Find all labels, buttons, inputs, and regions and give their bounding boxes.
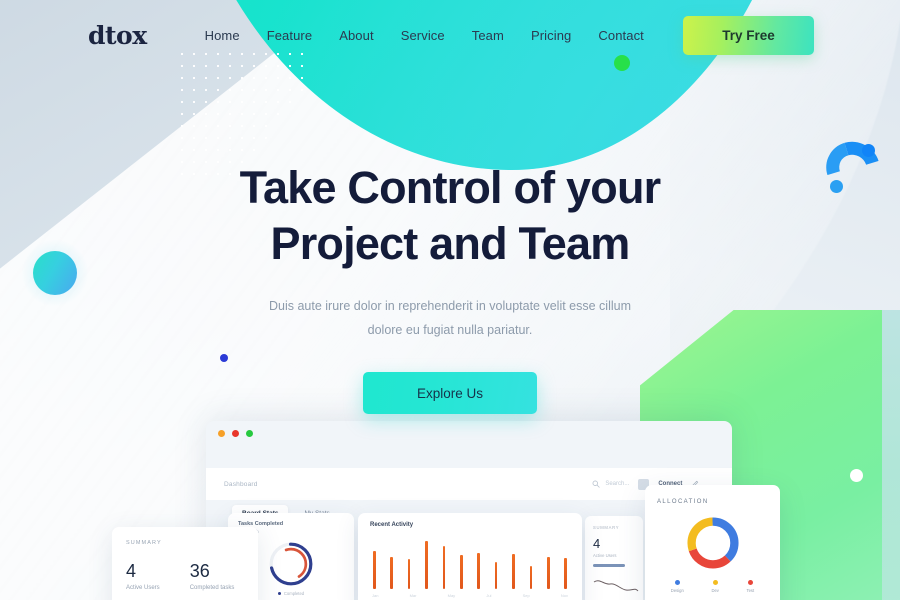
activity-bar bbox=[477, 552, 480, 589]
nav-item-contact[interactable]: Contact bbox=[598, 28, 644, 43]
stat-active-users-caption: Active Users bbox=[126, 585, 160, 591]
allocation-legend-swatch bbox=[747, 580, 753, 585]
hero-section: Take Control of your Project and Team Du… bbox=[0, 160, 900, 415]
window-minimize-dot[interactable] bbox=[218, 430, 225, 437]
allocation-legend-label: Dev bbox=[711, 588, 719, 593]
mini-card-label: SUMMARY bbox=[593, 525, 620, 530]
recent-activity-axis: Jan Mar May Jul Sep Nov bbox=[370, 593, 570, 598]
nav-item-home[interactable]: Home bbox=[205, 28, 240, 43]
summary-stats-row: 4 Active Users 36 Completed tasks bbox=[126, 562, 244, 591]
hero-subtext-line-2: dolore eu fugiat nulla pariatur. bbox=[367, 322, 533, 337]
allocation-legend-label: Design bbox=[670, 588, 684, 593]
explore-us-button[interactable]: Explore Us bbox=[363, 372, 537, 415]
allocation-legend-swatch bbox=[674, 580, 680, 585]
mini-card-caption: Active Users bbox=[593, 553, 617, 558]
white-dot-icon bbox=[850, 469, 863, 482]
nav-item-service[interactable]: Service bbox=[401, 28, 445, 43]
nav-item-about[interactable]: About bbox=[339, 28, 373, 43]
search-input-placeholder: Search... bbox=[605, 481, 630, 487]
blue-arc-cap-top bbox=[862, 144, 875, 157]
legend-swatch-completed bbox=[277, 592, 281, 595]
hero-subtext-line-1: Duis aute irure dolor in reprehenderit i… bbox=[269, 298, 631, 313]
stat-completed-tasks-value: 36 bbox=[189, 561, 210, 581]
activity-axis-label: May bbox=[447, 593, 456, 598]
activity-axis-label: Sep bbox=[522, 593, 530, 598]
tasks-card-title: Tasks Completed bbox=[238, 521, 284, 527]
activity-bar bbox=[425, 541, 428, 589]
nav-item-pricing[interactable]: Pricing bbox=[531, 28, 571, 43]
activity-bar bbox=[512, 553, 515, 589]
allocation-card: ALLOCATION Design Dev Test bbox=[645, 485, 780, 600]
stat-active-users-value: 4 bbox=[126, 561, 137, 581]
activity-bar bbox=[494, 561, 498, 589]
stat-active-users: 4 Active Users bbox=[126, 562, 160, 591]
activity-bar bbox=[564, 557, 567, 589]
activity-bar bbox=[546, 556, 550, 589]
allocation-card-title: ALLOCATION bbox=[657, 499, 709, 505]
stat-completed-tasks: 36 Completed tasks bbox=[190, 562, 235, 591]
summary-card: SUMMARY 4 Active Users 36 Completed task… bbox=[112, 527, 258, 600]
site-header: dtox Home Feature About Service Team Pri… bbox=[0, 0, 900, 70]
recent-activity-title: Recent Activity bbox=[370, 522, 414, 528]
mini-summary-card: SUMMARY 4 Active Users bbox=[585, 516, 643, 600]
activity-bar bbox=[373, 550, 376, 589]
dashboard-search[interactable]: Search... bbox=[592, 480, 629, 488]
activity-bar bbox=[529, 566, 533, 589]
stat-completed-tasks-caption: Completed tasks bbox=[189, 585, 235, 591]
activity-bar bbox=[442, 546, 446, 589]
hero-heading-line-2: Project and Team bbox=[270, 217, 631, 269]
legend-label-completed: Completed bbox=[283, 591, 305, 596]
window-maximize-dot[interactable] bbox=[246, 430, 253, 437]
nav-item-feature[interactable]: Feature bbox=[267, 28, 313, 43]
recent-activity-bar-chart bbox=[370, 537, 570, 589]
hero-heading: Take Control of your Project and Team bbox=[0, 160, 900, 272]
page-stage: dtox Home Feature About Service Team Pri… bbox=[0, 0, 900, 600]
try-free-button[interactable]: Try Free bbox=[683, 15, 814, 55]
window-traffic-lights bbox=[206, 421, 732, 437]
activity-axis-label: Jul bbox=[486, 593, 492, 598]
allocation-legend: Design Dev Test bbox=[657, 580, 768, 593]
window-close-dot[interactable] bbox=[232, 430, 239, 437]
allocation-donut-chart bbox=[684, 514, 742, 572]
recent-activity-card: Recent Activity Jan Mar May Jul Sep Nov bbox=[358, 513, 582, 600]
tasks-donut-chart bbox=[265, 538, 317, 590]
nav-item-team[interactable]: Team bbox=[472, 28, 504, 43]
activity-axis-label: Nov bbox=[560, 593, 568, 598]
allocation-legend-swatch bbox=[712, 580, 718, 585]
allocation-legend-label: Test bbox=[746, 588, 755, 593]
activity-axis-label: Mar bbox=[409, 593, 417, 598]
hero-heading-line-1: Take Control of your bbox=[239, 162, 661, 213]
mini-card-value: 4 bbox=[593, 536, 601, 551]
brand-logo[interactable]: dtox bbox=[88, 23, 147, 48]
summary-card-label: SUMMARY bbox=[126, 540, 162, 546]
activity-bar bbox=[459, 554, 463, 589]
allocation-legend-item: Dev bbox=[711, 580, 719, 593]
activity-axis-label: Jan bbox=[372, 593, 379, 598]
allocation-legend-item: Design bbox=[671, 580, 684, 593]
mini-card-sparkline bbox=[593, 580, 639, 592]
main-navigation: Home Feature About Service Team Pricing … bbox=[205, 28, 644, 43]
mini-card-progress-bar bbox=[593, 564, 625, 567]
search-icon bbox=[592, 480, 600, 488]
allocation-legend-item: Test bbox=[746, 580, 754, 593]
hero-subtext: Duis aute irure dolor in reprehenderit i… bbox=[255, 294, 645, 343]
dashboard-title: Dashboard bbox=[224, 480, 258, 488]
activity-bar bbox=[407, 558, 411, 589]
activity-bar bbox=[390, 556, 393, 589]
